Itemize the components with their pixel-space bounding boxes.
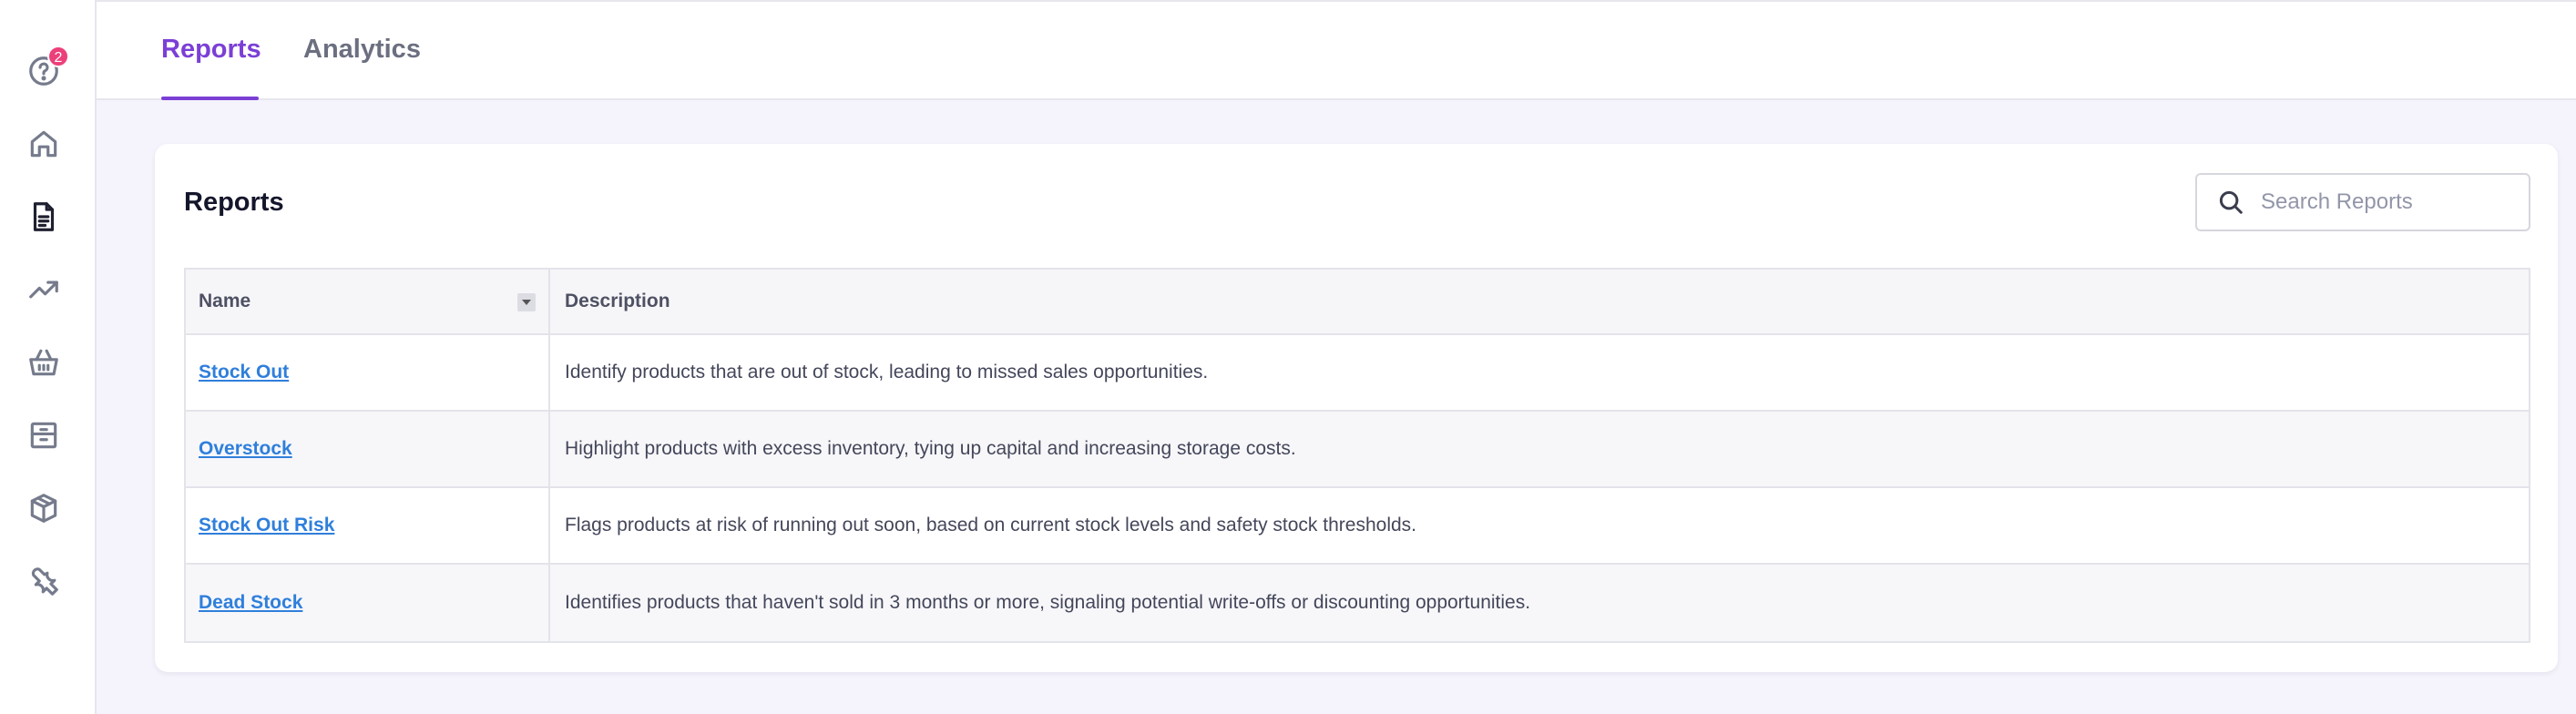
tab-reports[interactable]: Reports <box>161 35 261 65</box>
products-nav-button[interactable] <box>26 490 62 526</box>
name-header-label: Name <box>199 291 251 311</box>
reports-table: Name Description Stock Out Identify prod… <box>184 268 2530 643</box>
home-nav-button[interactable] <box>26 126 62 162</box>
search-input[interactable] <box>2261 189 2516 215</box>
analytics-nav-button[interactable] <box>26 271 62 308</box>
report-link-overstock[interactable]: Overstock <box>199 438 292 460</box>
description-column-header: Description <box>550 270 2529 333</box>
table-row: Stock Out Identify products that are out… <box>186 335 2529 412</box>
table-row: Overstock Highlight products with excess… <box>186 412 2529 488</box>
settings-nav-button[interactable] <box>26 563 62 599</box>
wrench-icon <box>31 567 58 596</box>
table-header-row: Name Description <box>186 270 2529 335</box>
notification-badge: 2 <box>47 46 69 67</box>
description-cell: Identify products that are out of stock,… <box>565 362 1209 382</box>
archive-box-icon <box>30 422 57 449</box>
report-link-dead-stock[interactable]: Dead Stock <box>199 592 302 614</box>
inventory-nav-button[interactable] <box>26 417 62 454</box>
table-row: Dead Stock Identifies products that have… <box>186 565 2529 641</box>
name-cell: Stock Out <box>186 335 550 410</box>
table-row: Stock Out Risk Flags products at risk of… <box>186 488 2529 565</box>
trending-up-icon <box>29 280 58 299</box>
sidebar: 2 <box>0 0 97 714</box>
description-cell: Flags products at risk of running out so… <box>565 515 1416 536</box>
description-cell: Highlight products with excess inventory… <box>565 438 1296 459</box>
sort-dropdown-button[interactable] <box>517 293 536 311</box>
orders-nav-button[interactable] <box>26 344 62 381</box>
description-cell: Identifies products that haven't sold in… <box>565 592 1531 613</box>
name-cell: Stock Out Risk <box>186 488 550 563</box>
reports-nav-button[interactable] <box>26 199 62 235</box>
tab-analytics[interactable]: Analytics <box>303 35 421 65</box>
reports-card: Reports Name Description Stock Out Ident… <box>155 144 2558 672</box>
description-header-label: Description <box>565 291 670 311</box>
top-tab-bar: Reports Analytics <box>97 0 2576 100</box>
card-title: Reports <box>184 188 284 217</box>
report-link-stock-out-risk[interactable]: Stock Out Risk <box>199 515 334 536</box>
home-icon <box>30 130 57 158</box>
active-tab-indicator <box>161 97 259 100</box>
package-icon <box>30 494 57 523</box>
chevron-down-icon <box>522 300 531 305</box>
basket-icon <box>29 349 58 376</box>
name-column-header[interactable]: Name <box>186 270 550 333</box>
document-icon <box>33 202 55 231</box>
help-nav-button[interactable]: 2 <box>26 46 69 89</box>
search-box[interactable] <box>2195 173 2530 231</box>
report-link-stock-out[interactable]: Stock Out <box>199 362 289 383</box>
name-cell: Overstock <box>186 412 550 486</box>
name-cell: Dead Stock <box>186 565 550 641</box>
search-icon <box>2219 190 2243 214</box>
